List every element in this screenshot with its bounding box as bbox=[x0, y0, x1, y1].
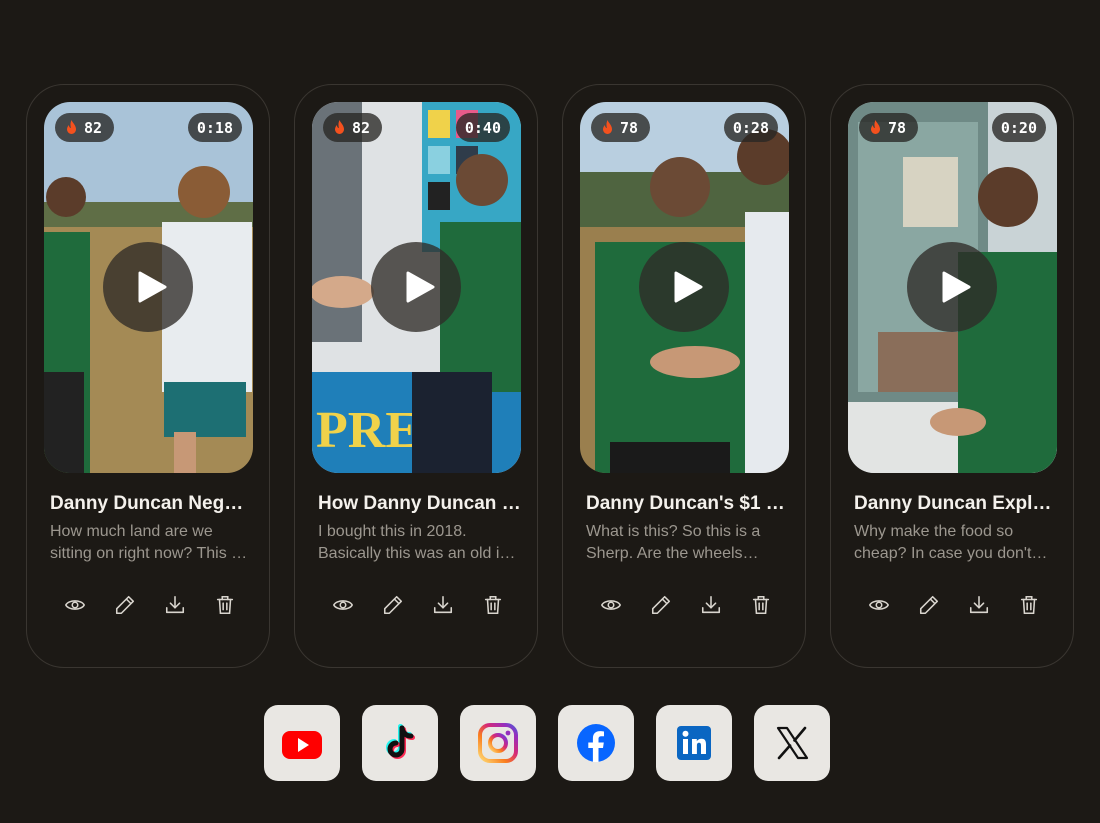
virality-score-badge: 82 bbox=[323, 113, 383, 142]
video-description: What is this? So this is a Sherp. Are th… bbox=[586, 523, 761, 562]
video-title: Danny Duncan Negotiates Land bbox=[50, 493, 254, 514]
x-icon bbox=[776, 726, 809, 760]
fire-icon bbox=[871, 119, 880, 134]
download-button[interactable] bbox=[967, 593, 991, 617]
fire-icon bbox=[335, 119, 344, 134]
pencil-icon bbox=[919, 595, 939, 615]
tiktok-button[interactable] bbox=[362, 705, 438, 781]
video-description: I bought this in 2018. Basically this wa… bbox=[318, 523, 517, 562]
tiktok-icon bbox=[386, 724, 415, 759]
instagram-icon bbox=[478, 723, 518, 763]
virality-score-badge: 82 bbox=[55, 113, 115, 142]
play-button[interactable] bbox=[907, 242, 997, 332]
edit-button[interactable] bbox=[649, 593, 673, 617]
download-icon bbox=[165, 595, 185, 614]
edit-button[interactable] bbox=[113, 593, 137, 617]
video-title: Danny Duncan Explains Prices bbox=[854, 493, 1058, 514]
duration-badge: 0:28 bbox=[723, 113, 778, 142]
download-button[interactable] bbox=[163, 593, 187, 617]
eye-icon bbox=[868, 600, 890, 610]
fire-icon bbox=[67, 119, 76, 134]
view-button[interactable] bbox=[599, 593, 623, 617]
pencil-icon bbox=[383, 595, 403, 615]
video-card[interactable]: 78 0:28 Danny Duncan's $1 Sherp What is … bbox=[562, 84, 806, 668]
video-thumbnail[interactable]: 78 0:28 bbox=[580, 102, 789, 473]
video-thumbnail[interactable]: 78 0:20 bbox=[848, 102, 1057, 473]
play-icon bbox=[406, 271, 434, 303]
video-thumbnail[interactable]: 82 0:18 bbox=[44, 102, 253, 473]
play-icon bbox=[942, 271, 970, 303]
trash-icon bbox=[752, 595, 770, 615]
duration-badge: 0:18 bbox=[187, 113, 242, 142]
video-description: Why make the food so cheap? In case you … bbox=[854, 523, 1032, 562]
eye-icon bbox=[332, 600, 354, 610]
duration-badge: 0:40 bbox=[455, 113, 510, 142]
card-actions bbox=[63, 593, 237, 617]
linkedin-button[interactable] bbox=[656, 705, 732, 781]
trash-icon bbox=[1020, 595, 1038, 615]
virality-score: 78 bbox=[620, 118, 639, 137]
fire-icon bbox=[603, 119, 612, 134]
download-button[interactable] bbox=[431, 593, 455, 617]
virality-score: 82 bbox=[84, 118, 103, 137]
card-actions bbox=[331, 593, 505, 617]
delete-button[interactable] bbox=[749, 593, 773, 617]
video-card-list: 82 0:18 Danny Duncan Negotiates Land How… bbox=[26, 84, 1074, 668]
video-thumbnail[interactable]: PREA 82 0:40 bbox=[312, 102, 521, 473]
x-button[interactable] bbox=[754, 705, 830, 781]
facebook-button[interactable] bbox=[558, 705, 634, 781]
edit-button[interactable] bbox=[917, 593, 941, 617]
download-icon bbox=[433, 595, 453, 614]
pencil-icon bbox=[115, 595, 135, 615]
play-button[interactable] bbox=[103, 242, 193, 332]
view-button[interactable] bbox=[63, 593, 87, 617]
card-actions bbox=[867, 593, 1041, 617]
play-icon bbox=[138, 271, 166, 303]
play-button[interactable] bbox=[371, 242, 461, 332]
youtube-button[interactable] bbox=[264, 705, 340, 781]
pencil-icon bbox=[651, 595, 671, 615]
eye-icon bbox=[600, 600, 622, 610]
delete-button[interactable] bbox=[481, 593, 505, 617]
video-card[interactable]: 82 0:18 Danny Duncan Negotiates Land How… bbox=[26, 84, 270, 668]
trash-icon bbox=[484, 595, 502, 615]
view-button[interactable] bbox=[331, 593, 355, 617]
download-button[interactable] bbox=[699, 593, 723, 617]
trash-icon bbox=[216, 595, 234, 615]
video-card[interactable]: 78 0:20 Danny Duncan Explains Prices Why… bbox=[830, 84, 1074, 668]
video-description: How much land are we sitting on right no… bbox=[50, 523, 243, 562]
virality-score-badge: 78 bbox=[859, 113, 919, 142]
social-platform-list bbox=[264, 705, 830, 781]
view-button[interactable] bbox=[867, 593, 891, 617]
video-card[interactable]: PREA 82 0:40 How Danny Duncan Started I … bbox=[294, 84, 538, 668]
download-icon bbox=[701, 595, 721, 614]
delete-button[interactable] bbox=[213, 593, 237, 617]
download-icon bbox=[969, 595, 989, 614]
virality-score: 78 bbox=[888, 118, 907, 137]
instagram-button[interactable] bbox=[460, 705, 536, 781]
delete-button[interactable] bbox=[1017, 593, 1041, 617]
virality-score: 82 bbox=[352, 118, 371, 137]
play-icon bbox=[674, 271, 702, 303]
duration-badge: 0:20 bbox=[991, 113, 1046, 142]
virality-score-badge: 78 bbox=[591, 113, 651, 142]
video-title: How Danny Duncan Started bbox=[318, 493, 522, 514]
facebook-icon bbox=[577, 724, 615, 762]
linkedin-icon bbox=[677, 726, 711, 760]
play-button[interactable] bbox=[639, 242, 729, 332]
edit-button[interactable] bbox=[381, 593, 405, 617]
eye-icon bbox=[64, 600, 86, 610]
video-title: Danny Duncan's $1 Sherp bbox=[586, 493, 790, 514]
card-actions bbox=[599, 593, 773, 617]
youtube-icon bbox=[282, 731, 322, 759]
